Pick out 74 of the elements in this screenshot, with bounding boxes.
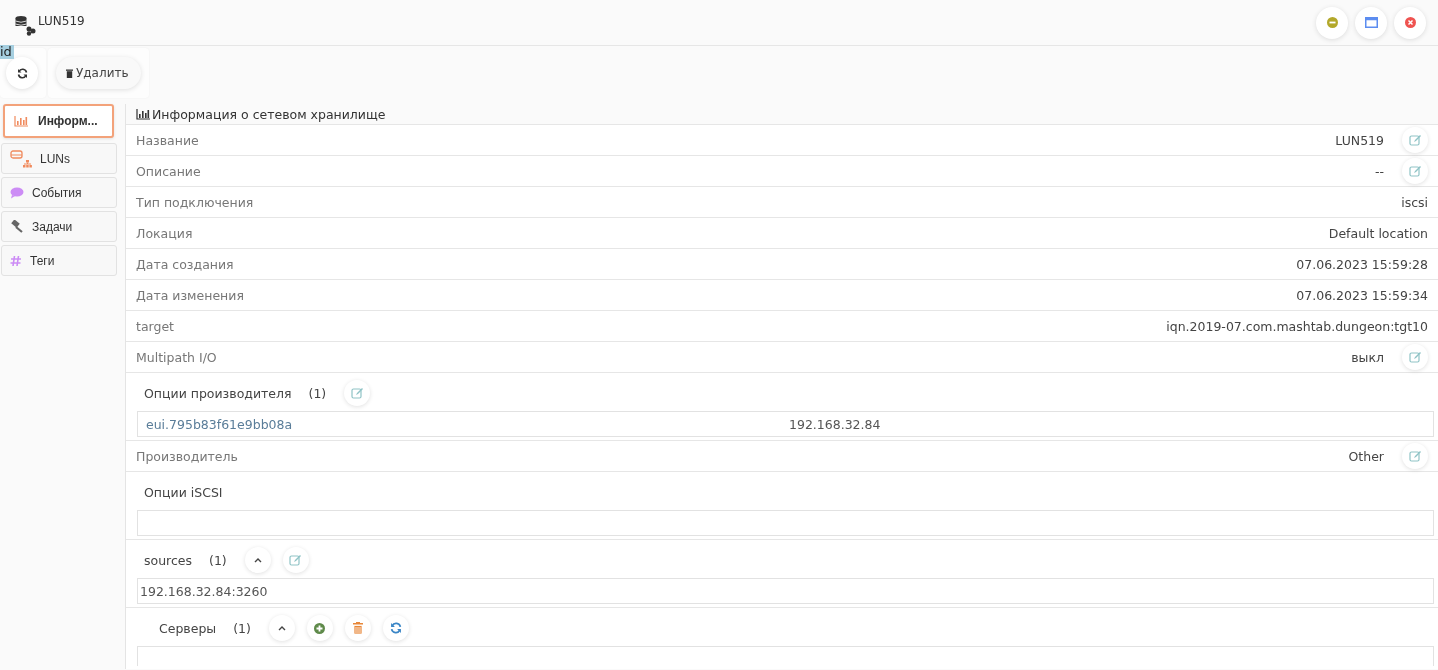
property-label: Дата создания bbox=[136, 256, 235, 272]
refresh-icon bbox=[389, 622, 402, 634]
bar-chart-icon bbox=[136, 109, 150, 120]
drive-network-icon bbox=[10, 148, 32, 169]
plus-circle-icon bbox=[314, 622, 326, 634]
edit-icon bbox=[1408, 165, 1422, 177]
selected-text: id bbox=[0, 45, 14, 59]
section-title: Информация о сетевом хранилище bbox=[152, 107, 386, 122]
close-icon bbox=[1404, 17, 1416, 28]
minimize-button[interactable] bbox=[1316, 6, 1348, 39]
property-value: выкл bbox=[1351, 349, 1384, 365]
edit-icon bbox=[289, 554, 303, 566]
group-title: Опции производителя bbox=[144, 385, 292, 401]
edit-button[interactable] bbox=[282, 547, 309, 573]
edit-icon bbox=[350, 387, 364, 399]
property-label: target bbox=[136, 318, 175, 334]
edit-button[interactable] bbox=[1402, 443, 1428, 469]
sidebar-tab[interactable]: Информ... bbox=[3, 104, 114, 138]
window-icon bbox=[1364, 17, 1378, 28]
trash-icon bbox=[66, 68, 73, 78]
chevron-up-icon bbox=[253, 557, 262, 563]
collapse-button[interactable] bbox=[268, 615, 295, 641]
property-label: Описание bbox=[136, 163, 202, 179]
edit-icon bbox=[1408, 134, 1422, 146]
property-label: Multipath I/O bbox=[136, 349, 218, 365]
item-count: (1) bbox=[308, 385, 327, 401]
item-count: (1) bbox=[233, 620, 251, 636]
sidebar-tab[interactable]: Теги bbox=[1, 245, 117, 276]
property-label: Тип подключения bbox=[136, 194, 255, 210]
sidebar-tab[interactable]: Задачи bbox=[1, 211, 117, 242]
edit-icon bbox=[1408, 351, 1422, 363]
edit-button[interactable] bbox=[344, 380, 371, 406]
minimize-icon bbox=[1326, 17, 1338, 28]
add-button[interactable] bbox=[306, 615, 333, 641]
gavel-icon bbox=[10, 220, 24, 233]
hashtag-icon bbox=[10, 254, 22, 267]
delete-button[interactable] bbox=[344, 615, 371, 641]
property-value: Default location bbox=[1328, 225, 1428, 241]
property-value: LUN519 bbox=[1335, 132, 1384, 148]
delete-button[interactable]: Удалить bbox=[56, 57, 141, 89]
property-label: Название bbox=[136, 132, 200, 148]
option-key: eui.795b83f61e9bb08a bbox=[138, 416, 789, 432]
window-title: LUN519 bbox=[38, 14, 85, 28]
edit-button[interactable] bbox=[1402, 127, 1428, 153]
refresh-button[interactable] bbox=[6, 57, 38, 89]
group-title: Серверы bbox=[159, 620, 217, 636]
maximize-button[interactable] bbox=[1355, 6, 1387, 39]
property-label: Локация bbox=[136, 225, 194, 241]
database-icon bbox=[14, 13, 38, 36]
option-value: 192.168.32.84 bbox=[789, 416, 881, 432]
property-value: iqn.2019-07.com.mashtab.dungeon:tgt10 bbox=[1166, 318, 1428, 334]
chevron-up-icon bbox=[277, 625, 286, 631]
speech-bubble-icon bbox=[10, 186, 24, 199]
property-value: Other bbox=[1348, 448, 1384, 464]
group-title: sources bbox=[144, 552, 193, 568]
close-button[interactable] bbox=[1394, 6, 1426, 39]
sidebar-tab[interactable]: События bbox=[1, 177, 117, 208]
property-value: -- bbox=[1374, 163, 1384, 179]
bar-chart-icon bbox=[14, 115, 28, 127]
edit-icon bbox=[1408, 450, 1422, 462]
collapse-button[interactable] bbox=[244, 547, 271, 573]
refresh-icon bbox=[16, 67, 28, 79]
property-value: 07.06.2023 15:59:28 bbox=[1296, 256, 1428, 272]
sidebar-tab[interactable]: LUNs bbox=[1, 143, 117, 174]
item-count: (1) bbox=[209, 552, 227, 568]
group-title: Опции iSCSI bbox=[144, 484, 223, 500]
property-label: Дата изменения bbox=[136, 287, 245, 303]
property-value: 07.06.2023 15:59:34 bbox=[1296, 287, 1428, 303]
edit-button[interactable] bbox=[1402, 158, 1428, 184]
source-address: 192.168.32.84:3260 bbox=[139, 583, 268, 599]
trash-icon bbox=[352, 622, 363, 634]
property-label: Производитель bbox=[136, 448, 239, 464]
property-value: iscsi bbox=[1401, 194, 1428, 210]
edit-button[interactable] bbox=[1402, 344, 1428, 370]
